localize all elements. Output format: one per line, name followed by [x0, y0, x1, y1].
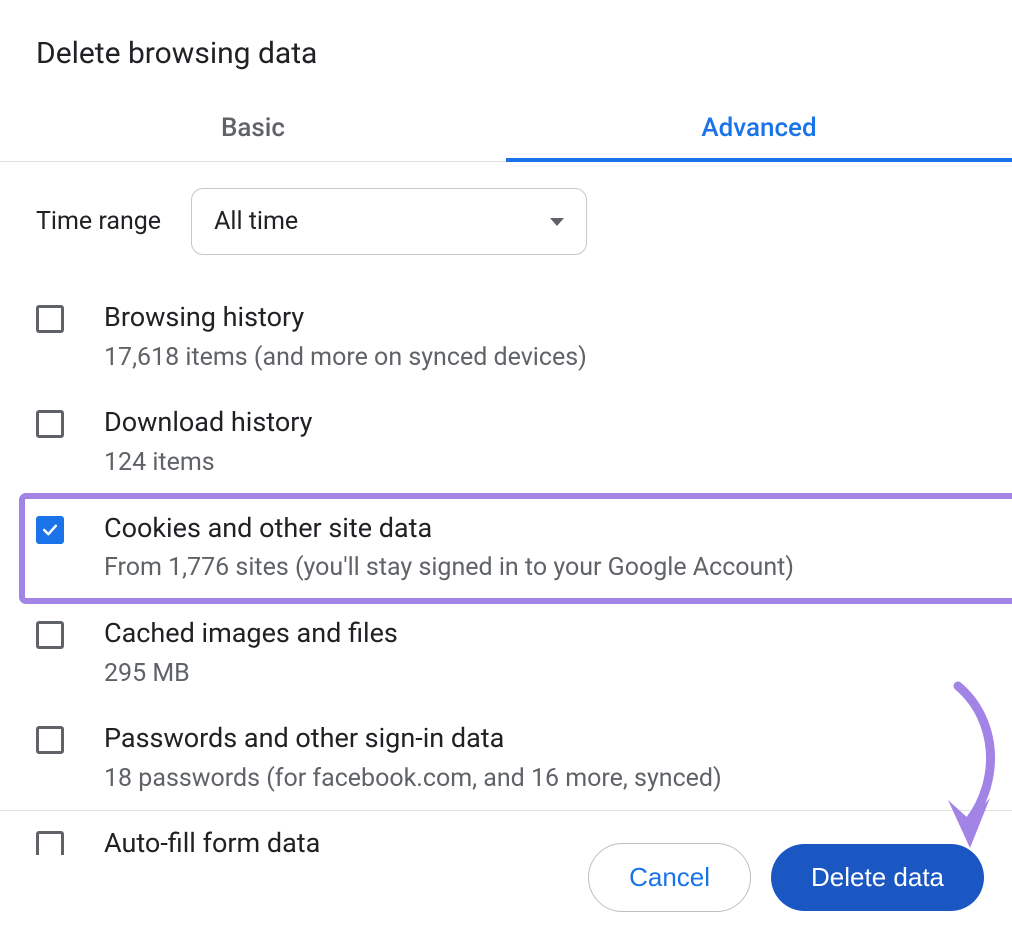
option-texts: Download history 124 items: [104, 404, 976, 481]
option-texts: Passwords and other sign-in data 18 pass…: [104, 720, 976, 797]
option-download-history[interactable]: Download history 124 items: [36, 390, 976, 495]
option-browsing-history[interactable]: Browsing history 17,618 items (and more …: [36, 285, 976, 390]
dialog-title: Delete browsing data: [0, 0, 1012, 99]
option-desc: 17,618 items (and more on synced devices…: [104, 339, 976, 377]
chevron-down-icon: [550, 218, 564, 226]
checkbox-browsing-history[interactable]: [36, 305, 64, 333]
option-texts: Browsing history 17,618 items (and more …: [104, 299, 976, 376]
option-title: Passwords and other sign-in data: [104, 720, 976, 758]
option-desc: From 1,776 sites (you'll stay signed in …: [104, 549, 976, 587]
option-title: Browsing history: [104, 299, 976, 337]
option-texts: Cookies and other site data From 1,776 s…: [104, 510, 976, 587]
option-title: Cookies and other site data: [104, 510, 976, 548]
option-desc: 295 MB: [104, 655, 976, 693]
option-title: Download history: [104, 404, 976, 442]
checkbox-cached-images[interactable]: [36, 621, 64, 649]
option-cached-images[interactable]: Cached images and files 295 MB: [36, 601, 976, 706]
footer-divider: [0, 810, 1012, 811]
option-desc: 124 items: [104, 444, 976, 482]
checkbox-download-history[interactable]: [36, 410, 64, 438]
option-cookies[interactable]: Cookies and other site data From 1,776 s…: [22, 496, 1012, 601]
tab-basic[interactable]: Basic: [0, 99, 506, 161]
time-range-value: All time: [214, 207, 298, 236]
delete-browsing-data-dialog: Delete browsing data Basic Advanced Time…: [0, 0, 1012, 855]
option-title: Cached images and files: [104, 615, 976, 653]
delete-data-button[interactable]: Delete data: [771, 844, 984, 911]
checkbox-cookies[interactable]: [36, 516, 64, 544]
cancel-button[interactable]: Cancel: [588, 843, 751, 912]
time-range-label: Time range: [36, 207, 161, 236]
time-range-row: Time range All time: [0, 162, 1012, 255]
option-passwords[interactable]: Passwords and other sign-in data 18 pass…: [36, 706, 976, 811]
time-range-select[interactable]: All time: [191, 188, 587, 255]
tabs: Basic Advanced: [0, 99, 1012, 162]
dialog-footer: Cancel Delete data: [0, 843, 1012, 940]
options-list: Browsing history 17,618 items (and more …: [0, 255, 1012, 855]
option-texts: Cached images and files 295 MB: [104, 615, 976, 692]
option-desc: 18 passwords (for facebook.com, and 16 m…: [104, 760, 976, 798]
checkbox-passwords[interactable]: [36, 726, 64, 754]
tab-advanced[interactable]: Advanced: [506, 99, 1012, 161]
